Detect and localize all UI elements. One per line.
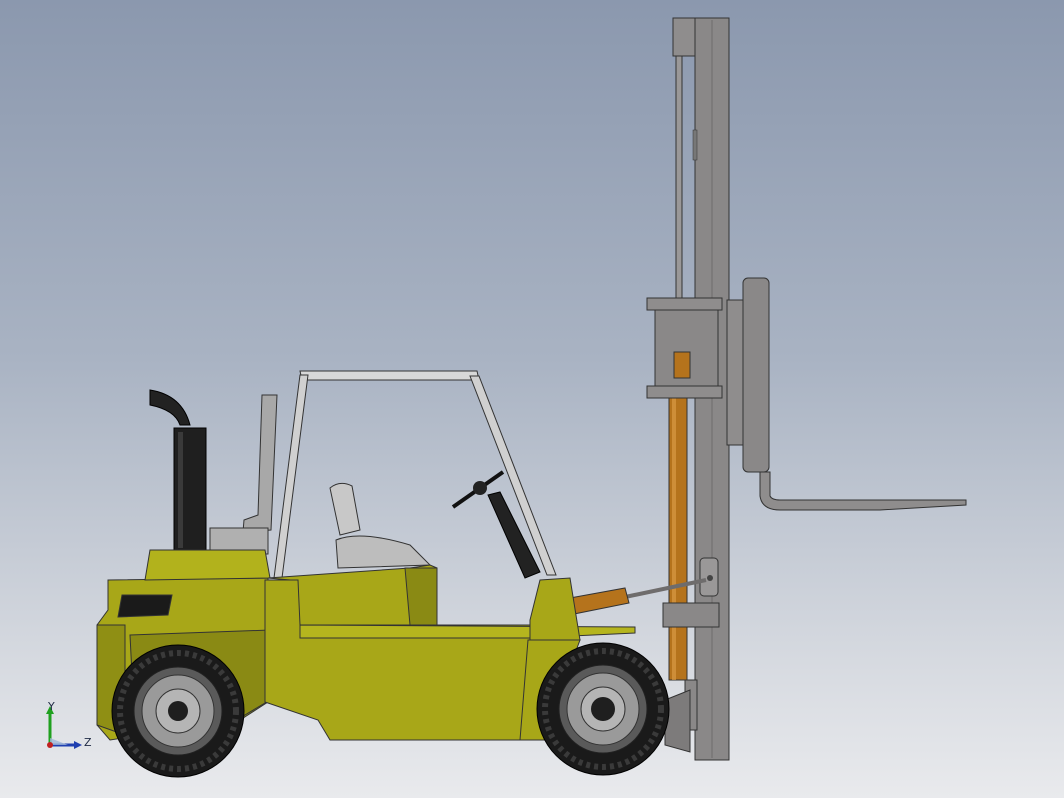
y-axis-label: Y	[48, 700, 55, 713]
fork[interactable]	[759, 471, 967, 511]
exhaust-pipe[interactable]	[149, 389, 207, 553]
view-triad: Y Z	[40, 700, 100, 755]
steering-wheel[interactable]	[451, 470, 541, 579]
graphics-viewport[interactable]: Y Z	[0, 0, 1064, 798]
front-wheel[interactable]	[536, 642, 670, 776]
air-intake-pipe[interactable]	[209, 394, 278, 555]
operator-seat[interactable]	[329, 482, 432, 569]
z-axis-label: Z	[84, 736, 92, 749]
forklift-model[interactable]	[0, 0, 1064, 798]
rear-wheel[interactable]	[111, 644, 245, 778]
